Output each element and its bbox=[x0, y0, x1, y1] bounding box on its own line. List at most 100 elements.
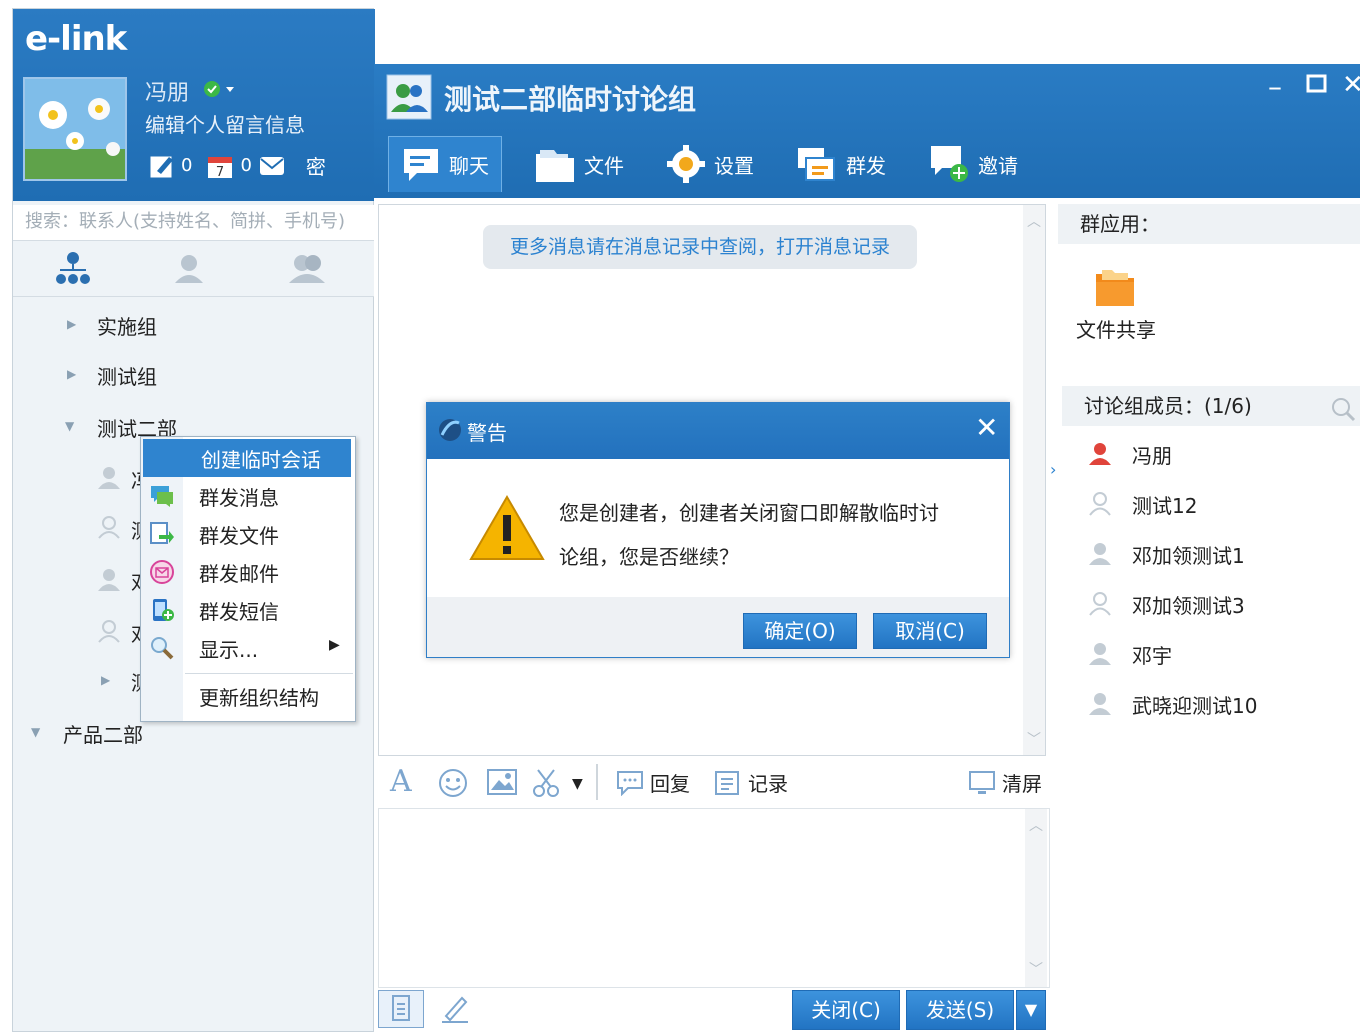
warning-dialog: 警告 ✕ 您是创建者，创建者关闭窗口即解散临时讨 论组，您是否继续？ 确定(O)… bbox=[426, 402, 1010, 658]
collapse-panel-chevron-icon[interactable]: › bbox=[1050, 460, 1056, 479]
secret-label[interactable]: 密 bbox=[306, 151, 326, 180]
organization-icon[interactable] bbox=[55, 251, 91, 287]
screenshot-dropdown-icon[interactable]: ▼ bbox=[572, 776, 583, 792]
members-header: 讨论组成员：(1/6) bbox=[1062, 386, 1360, 426]
reply-button[interactable]: 回复 bbox=[650, 768, 690, 797]
tab-chat[interactable]: 聊天 bbox=[388, 136, 502, 192]
calendar-icon[interactable]: 7 bbox=[206, 152, 234, 180]
records-icon[interactable] bbox=[714, 770, 740, 796]
tab-chat-label: 聊天 bbox=[449, 154, 489, 178]
notes-count: 0 bbox=[181, 155, 193, 176]
dialog-ok-button[interactable]: 确定(O) bbox=[743, 613, 857, 649]
scroll-down-icon[interactable]: ﹀ bbox=[1027, 729, 1041, 749]
expand-arrow-icon[interactable]: ▶ bbox=[67, 367, 76, 381]
group-icon[interactable] bbox=[289, 253, 325, 285]
status-online-icon[interactable] bbox=[203, 79, 243, 99]
dialog-cancel-button[interactable]: 取消(C) bbox=[873, 613, 987, 649]
menu-item-broadcast-message[interactable]: 群发消息 bbox=[141, 477, 355, 515]
menu-item-create-temp-session[interactable]: 创建临时会话 bbox=[143, 439, 351, 477]
chat-maximize-icon[interactable] bbox=[1306, 72, 1328, 94]
broadcast-sms-icon bbox=[149, 597, 175, 623]
tab-settings[interactable]: 设置 bbox=[666, 136, 754, 192]
menu-item-display[interactable]: 显示... ▶ bbox=[141, 629, 355, 667]
tab-broadcast[interactable]: 群发 bbox=[796, 136, 886, 192]
member-name: 测试12 bbox=[1132, 493, 1198, 518]
menu-separator bbox=[185, 673, 353, 674]
font-icon[interactable]: A bbox=[390, 764, 412, 799]
clear-screen-button[interactable]: 清屏 bbox=[1002, 768, 1042, 797]
offline-user-icon bbox=[1088, 541, 1112, 567]
dialog-title: 警告 bbox=[467, 421, 507, 445]
scroll-down-icon[interactable]: ﹀ bbox=[1029, 959, 1043, 979]
mail-icon[interactable] bbox=[258, 154, 286, 178]
menu-item-label: 创建临时会话 bbox=[201, 447, 321, 472]
left-minimize-button[interactable]: – bbox=[415, 23, 429, 51]
user-signature[interactable]: 编辑个人留言信息 bbox=[145, 109, 305, 138]
message-input[interactable]: ︿ ﹀ bbox=[378, 808, 1050, 988]
file-share-label[interactable]: 文件共享 bbox=[1076, 314, 1156, 343]
offline-user-icon bbox=[97, 465, 121, 489]
scroll-up-icon[interactable]: ︿ bbox=[1029, 815, 1043, 835]
search-input[interactable]: 搜索：联系人(支持姓名、简拼、手机号) bbox=[13, 205, 375, 241]
input-toolbar: A ▼ 回复 记录 清屏 bbox=[378, 758, 1050, 808]
online-user-icon bbox=[1088, 441, 1112, 467]
left-header: e-link – 冯朋 编辑个人留言信息 0 7 0 密 bbox=[13, 9, 429, 201]
tab-files[interactable]: 文件 bbox=[534, 136, 624, 192]
left-close-button[interactable]: ✕ bbox=[456, 16, 479, 44]
reply-icon[interactable] bbox=[616, 770, 644, 796]
member-row[interactable]: 冯朋 bbox=[1088, 434, 1172, 474]
member-search-icon[interactable] bbox=[1330, 396, 1356, 422]
handwriting-pen-icon[interactable] bbox=[440, 994, 470, 1024]
app-logo: e-link bbox=[25, 19, 127, 59]
send-options-dropdown[interactable]: ▼ bbox=[1016, 990, 1046, 1030]
image-icon[interactable] bbox=[486, 768, 518, 796]
offline-user-icon bbox=[97, 515, 121, 539]
close-button[interactable]: 关闭(C) bbox=[792, 990, 900, 1030]
user-name[interactable]: 冯朋 bbox=[145, 75, 189, 107]
avatar[interactable] bbox=[23, 77, 127, 181]
person-icon[interactable] bbox=[173, 253, 205, 285]
notes-icon[interactable] bbox=[149, 153, 175, 179]
message-scrollbar[interactable] bbox=[1023, 205, 1045, 755]
emoji-icon[interactable] bbox=[438, 768, 468, 798]
records-button[interactable]: 记录 bbox=[748, 768, 788, 797]
group-chat-icon bbox=[386, 74, 432, 120]
member-row[interactable]: 武晓迎测试10 bbox=[1088, 684, 1257, 724]
offline-user-icon bbox=[1088, 591, 1112, 617]
screenshot-scissors-icon[interactable] bbox=[532, 768, 560, 798]
expand-arrow-icon[interactable]: ▶ bbox=[67, 317, 76, 331]
member-row[interactable]: 邓加领测试1 bbox=[1088, 534, 1245, 574]
member-row[interactable]: 邓宇 bbox=[1088, 634, 1172, 674]
tree-group-implementation[interactable]: 实施组 bbox=[97, 311, 157, 340]
collapse-arrow-icon[interactable]: ▼ bbox=[31, 725, 40, 739]
tree-group-product-dept2[interactable]: 产品二部 bbox=[63, 719, 143, 748]
chat-minimize-button[interactable]: – bbox=[1268, 70, 1282, 103]
tab-invite[interactable]: 邀请 bbox=[928, 136, 1018, 192]
chat-close-button[interactable]: ✕ bbox=[1342, 70, 1360, 100]
clear-screen-icon[interactable] bbox=[968, 770, 996, 796]
member-name: 邓宇 bbox=[1132, 643, 1172, 668]
member-row[interactable]: 测试12 bbox=[1088, 484, 1197, 524]
tree-group-test[interactable]: 测试组 bbox=[97, 361, 157, 390]
file-share-folder-icon[interactable] bbox=[1092, 264, 1138, 310]
expand-arrow-icon[interactable]: ▶ bbox=[101, 673, 110, 687]
menu-item-update-org-structure[interactable]: 更新组织结构 bbox=[141, 677, 355, 715]
tab-settings-label: 设置 bbox=[714, 153, 754, 178]
dialog-close-button[interactable]: ✕ bbox=[975, 411, 998, 444]
collapse-arrow-icon[interactable]: ▼ bbox=[65, 419, 74, 433]
scroll-up-icon[interactable]: ︿ bbox=[1027, 211, 1041, 231]
offline-user-icon bbox=[97, 619, 121, 643]
dialog-message-line2: 论组，您是否继续？ bbox=[559, 545, 739, 569]
send-button[interactable]: 发送(S) bbox=[906, 990, 1014, 1030]
document-mode-icon[interactable] bbox=[378, 990, 424, 1028]
menu-item-label: 更新组织结构 bbox=[199, 685, 319, 710]
member-row[interactable]: 邓加领测试3 bbox=[1088, 584, 1245, 624]
member-name: 武晓迎测试10 bbox=[1132, 693, 1258, 718]
menu-item-broadcast-sms[interactable]: 群发短信 bbox=[141, 591, 355, 629]
menu-item-broadcast-email[interactable]: 群发邮件 bbox=[141, 553, 355, 591]
menu-item-broadcast-file[interactable]: 群发文件 bbox=[141, 515, 355, 553]
svg-text:7: 7 bbox=[216, 165, 224, 180]
dialog-message: 您是创建者，创建者关闭窗口即解散临时讨 论组，您是否继续？ bbox=[559, 491, 989, 579]
history-notice-link[interactable]: 更多消息请在消息记录中查阅，打开消息记录 bbox=[483, 225, 917, 269]
offline-user-icon bbox=[1088, 641, 1112, 667]
